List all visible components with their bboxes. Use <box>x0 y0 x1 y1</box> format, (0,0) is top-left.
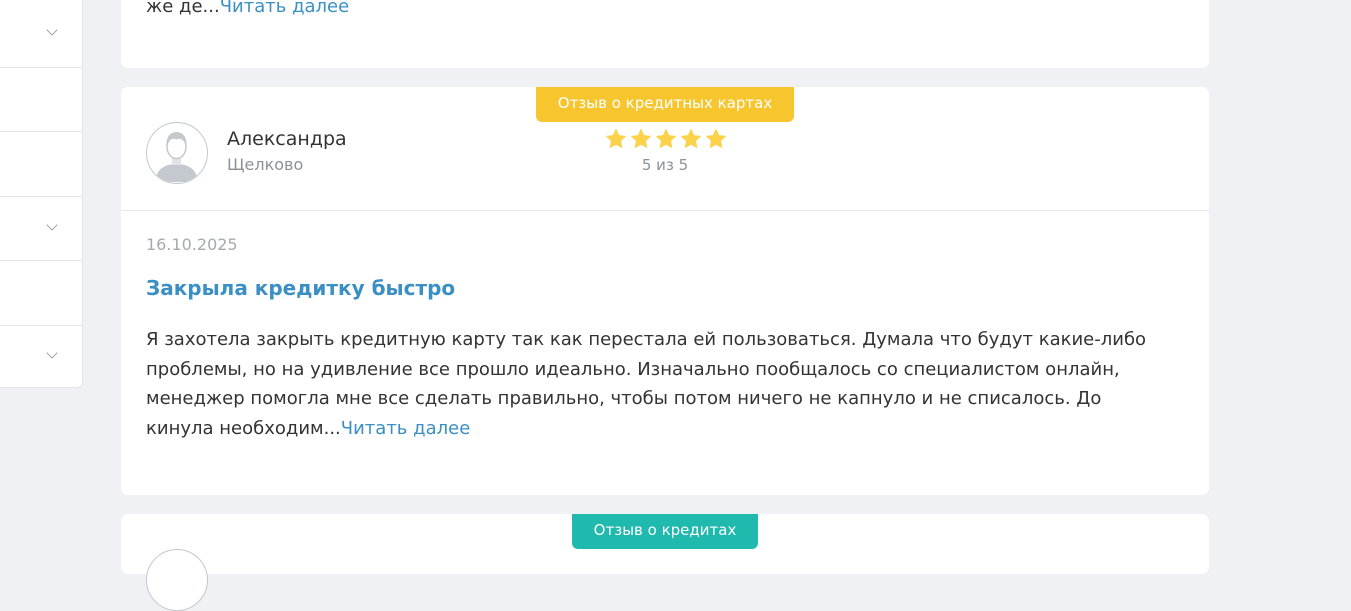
review-card: же де...Читать далее <box>121 0 1209 68</box>
star-icon <box>655 128 677 149</box>
chevron-down-icon[interactable] <box>46 347 58 359</box>
card-divider <box>121 210 1209 211</box>
star-icon <box>705 128 727 149</box>
user-avatar-icon <box>146 122 208 184</box>
filter-sidebar <box>0 0 83 388</box>
review-body: Я захотела закрыть кредитную карту так к… <box>146 325 1156 443</box>
star-icon <box>630 128 652 149</box>
sidebar-filter-row[interactable] <box>0 197 82 261</box>
sidebar-filter-row[interactable] <box>0 132 82 197</box>
read-more-link[interactable]: Читать далее <box>220 0 350 17</box>
read-more-link[interactable]: Читать далее <box>341 418 471 439</box>
rating-label: 5 из 5 <box>641 156 689 174</box>
review-text: Я захотела закрыть кредитную карту так к… <box>146 329 1147 439</box>
author-city: Щелково <box>227 155 304 174</box>
review-title-link[interactable]: Закрыла кредитку быстро <box>146 276 455 300</box>
review-category-tag[interactable]: Отзыв о кредитных картах <box>536 87 794 122</box>
sidebar-filter-row[interactable] <box>0 68 82 132</box>
star-icon <box>605 128 627 149</box>
sidebar-filter-row[interactable] <box>0 326 82 389</box>
rating-stars <box>604 127 728 151</box>
review-card: Отзыв о кредитах <box>121 514 1209 611</box>
star-icon <box>680 128 702 149</box>
avatar-silhouette <box>155 132 198 182</box>
review-date: 16.10.2025 <box>146 235 238 254</box>
author-name: Александра <box>227 128 347 150</box>
review-card: Отзыв о кредитных картах Александра Щелк… <box>121 87 1209 495</box>
review-text-tail: же де... <box>146 0 220 17</box>
review-excerpt: же де...Читать далее <box>146 0 349 22</box>
user-avatar-icon <box>146 549 208 611</box>
sidebar-filter-row[interactable] <box>0 261 82 326</box>
review-category-tag[interactable]: Отзыв о кредитах <box>572 514 758 549</box>
chevron-down-icon[interactable] <box>46 219 58 231</box>
chevron-down-icon[interactable] <box>46 24 58 36</box>
sidebar-filter-row[interactable] <box>0 0 82 68</box>
